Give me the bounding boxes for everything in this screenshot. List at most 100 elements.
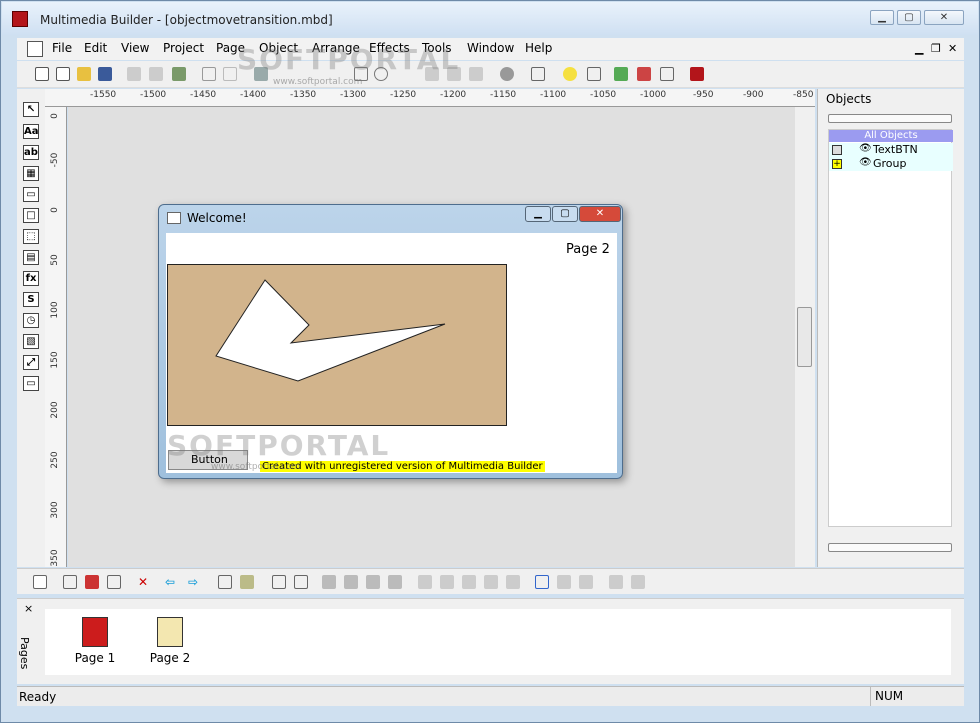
resize-tool-icon[interactable]: ⤢ [23, 355, 39, 370]
textbox-tool-icon[interactable]: ab [23, 145, 39, 160]
new-file-icon[interactable] [35, 67, 49, 81]
same-height-icon[interactable] [609, 575, 623, 589]
horizontal-ruler: -1550 -1500 -1450 -1400 -1350 -1300 -125… [45, 89, 815, 107]
eye-icon[interactable]: 👁 [859, 157, 872, 168]
debug-icon[interactable] [587, 67, 601, 81]
ruler-tick: 100 [50, 301, 60, 319]
pages-panel: × Pages Page 1 Page 2 [17, 598, 964, 684]
preview-maximize-button[interactable]: ▢ [552, 206, 578, 222]
object-row[interactable]: + 👁 Group [829, 157, 953, 171]
test-run-icon[interactable] [614, 67, 628, 81]
menu-help[interactable]: Help [525, 41, 552, 55]
page-properties-icon[interactable] [33, 575, 47, 589]
duplicate-icon[interactable] [218, 575, 232, 589]
preview-minimize-button[interactable]: ▁ [525, 206, 551, 222]
frame-tool-icon[interactable]: ▭ [23, 187, 39, 202]
minimize-button[interactable]: ▁ [870, 10, 894, 25]
send-backward-icon[interactable] [344, 575, 358, 589]
close-button[interactable]: ✕ [924, 10, 964, 25]
menu-project[interactable]: Project [163, 41, 204, 55]
objects-filter-bar[interactable] [828, 114, 952, 123]
align-bottom-icon[interactable] [484, 575, 498, 589]
send-back-icon[interactable] [388, 575, 402, 589]
script-tool-icon[interactable]: fx [23, 271, 39, 286]
scrollbar-thumb[interactable] [797, 307, 812, 367]
align-top-icon[interactable] [462, 575, 476, 589]
menu-file[interactable]: File [52, 41, 72, 55]
object-tool-icon[interactable]: ▧ [23, 334, 39, 349]
menu-edit[interactable]: Edit [84, 41, 107, 55]
canvas-vertical-scrollbar[interactable] [795, 107, 815, 567]
center-icon[interactable] [506, 575, 520, 589]
white-polygon[interactable] [167, 264, 507, 426]
mdi-restore-button[interactable]: ❐ [931, 42, 941, 55]
menu-view[interactable]: View [121, 41, 149, 55]
page-thumbnail[interactable]: Page 2 [140, 617, 200, 665]
layer-red-icon[interactable] [85, 575, 99, 589]
text-tool-icon[interactable]: Aa [23, 124, 39, 139]
selection-tool-icon[interactable]: ⬚ [23, 229, 39, 244]
bring-forward-icon[interactable] [322, 575, 336, 589]
rectangle-tool-icon[interactable]: □ [23, 208, 39, 223]
objects-scroll-bar[interactable] [828, 543, 952, 552]
expand-icon[interactable]: + [832, 159, 842, 169]
all-objects-row[interactable]: All Objects [829, 130, 953, 142]
bring-front-icon[interactable] [366, 575, 380, 589]
arrow-left-icon[interactable]: ⇦ [165, 575, 179, 589]
layer-icon[interactable] [63, 575, 77, 589]
wand-icon[interactable] [531, 67, 545, 81]
same-size-icon[interactable] [631, 575, 645, 589]
save-icon[interactable] [98, 67, 112, 81]
image-tool-icon[interactable]: ▦ [23, 166, 39, 181]
pointer-tool-icon[interactable]: ↖ [23, 102, 39, 117]
ruler-tick: 50 [50, 254, 60, 266]
mdi-close-button[interactable]: ✕ [948, 42, 957, 55]
open-folder-icon[interactable] [77, 67, 91, 81]
bottom-toolbar: ✕ ⇦ ⇨ [17, 568, 964, 594]
object-row[interactable]: 👁 TextBTN [829, 143, 953, 157]
sort-icon[interactable] [272, 575, 286, 589]
delete-icon[interactable]: ✕ [138, 575, 152, 589]
page-thumbnail[interactable]: Page 1 [65, 617, 125, 665]
objects-list: All Objects 👁 TextBTN + 👁 Group [828, 129, 953, 527]
space-vertical-icon[interactable] [557, 575, 571, 589]
eye-icon[interactable]: 👁 [859, 143, 872, 154]
object-label: TextBTN [873, 143, 918, 156]
stop-icon[interactable] [500, 67, 514, 81]
maximize-button[interactable]: ▢ [897, 10, 921, 25]
video-tool-icon[interactable]: ▤ [23, 250, 39, 265]
preview-close-button[interactable]: ✕ [579, 206, 621, 222]
string-tool-icon[interactable]: S [23, 292, 39, 307]
ruler-tick: -900 [743, 90, 764, 100]
space-horizontal-icon[interactable] [535, 575, 549, 589]
region-tool-icon[interactable]: ▭ [23, 376, 39, 391]
watermark-url: www.softportal.com [273, 77, 363, 87]
paste-special-icon[interactable] [172, 67, 186, 81]
build-icon[interactable] [690, 67, 704, 81]
ruler-tick: -1050 [590, 90, 617, 100]
ruler-tick: -950 [693, 90, 714, 100]
timer-tool-icon[interactable]: ◷ [23, 313, 39, 328]
export-icon[interactable] [660, 67, 674, 81]
align-left-icon[interactable] [418, 575, 432, 589]
comment-icon[interactable] [563, 67, 577, 81]
rotate-icon[interactable] [469, 67, 483, 81]
ruler-tick: -1150 [490, 90, 517, 100]
arrow-right-icon[interactable]: ⇨ [188, 575, 202, 589]
compile-icon[interactable] [637, 67, 651, 81]
pages-close-button[interactable]: × [24, 602, 33, 615]
align-right-icon[interactable] [440, 575, 454, 589]
order-icon[interactable] [294, 575, 308, 589]
layers-icon[interactable] [107, 575, 121, 589]
ruler-tick: -1000 [640, 90, 667, 100]
copy-icon[interactable] [127, 67, 141, 81]
ruler-tick: -1350 [290, 90, 317, 100]
undo-icon[interactable] [202, 67, 216, 81]
menu-window[interactable]: Window [467, 41, 514, 55]
mdi-minimize-button[interactable]: ▁ [915, 42, 923, 55]
paste-icon[interactable] [149, 67, 163, 81]
group-icon[interactable] [240, 575, 254, 589]
redo-icon[interactable] [223, 67, 237, 81]
same-width-icon[interactable] [579, 575, 593, 589]
new-template-icon[interactable] [56, 67, 70, 81]
